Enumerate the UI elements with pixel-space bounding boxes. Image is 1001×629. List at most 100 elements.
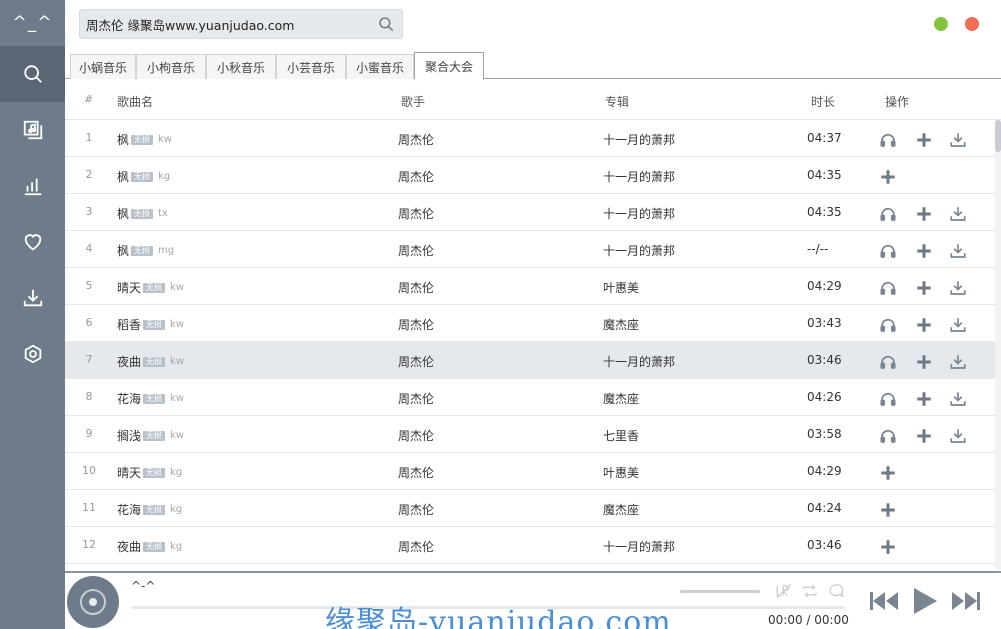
listen-button[interactable]	[879, 427, 897, 445]
album[interactable]: 十一月的萧邦	[603, 205, 675, 222]
listen-button[interactable]	[879, 242, 897, 260]
tab-juhe[interactable]: 聚合大会	[414, 52, 484, 80]
singer[interactable]: 周杰伦	[398, 353, 434, 370]
search-icon[interactable]	[377, 15, 395, 33]
singer[interactable]: 周杰伦	[398, 279, 434, 296]
listen-button[interactable]	[879, 353, 897, 371]
table-row[interactable]: 9 搁浅 无损 kw 周杰伦 七里香 03:58	[65, 416, 995, 453]
listen-button[interactable]	[879, 390, 897, 408]
add-button[interactable]	[879, 501, 897, 519]
download-button[interactable]	[949, 316, 967, 334]
album[interactable]: 十一月的萧邦	[603, 168, 675, 185]
singer[interactable]: 周杰伦	[398, 168, 434, 185]
table-row[interactable]: 1 枫无损 kw 周杰伦 十一月的萧邦 04:37	[65, 120, 995, 157]
table-row[interactable]: 7 夜曲 无损 kw 周杰伦 十一月的萧邦 03:46	[65, 342, 995, 379]
listen-button[interactable]	[879, 279, 897, 297]
sidebar-item-favorites[interactable]	[0, 214, 65, 270]
song-name-cell[interactable]: 枫无损 mg	[117, 242, 174, 259]
add-button[interactable]	[915, 316, 933, 334]
volume-slider[interactable]	[680, 590, 760, 593]
download-button[interactable]	[949, 205, 967, 223]
album[interactable]: 魔杰座	[603, 501, 639, 518]
table-row[interactable]: 11 花海 无损 kg 周杰伦 魔杰座 04:24	[65, 490, 995, 527]
window-maximize-button[interactable]	[934, 17, 948, 31]
song-name-cell[interactable]: 枫无损 kw	[117, 131, 172, 148]
sidebar-item-downloads[interactable]	[0, 270, 65, 326]
song-name-cell[interactable]: 花海 无损 kw	[117, 390, 184, 407]
table-row[interactable]: 6 稻香 无损 kw 周杰伦 魔杰座 03:43	[65, 305, 995, 342]
singer[interactable]: 周杰伦	[398, 316, 434, 333]
add-button[interactable]	[915, 242, 933, 260]
album[interactable]: 七里香	[603, 427, 639, 444]
sidebar-item-settings[interactable]	[0, 326, 65, 382]
download-button[interactable]	[949, 131, 967, 149]
song-name-cell[interactable]: 搁浅 无损 kw	[117, 427, 184, 444]
table-row[interactable]: 10 晴天 无损 kg 周杰伦 叶惠美 04:29	[65, 453, 995, 490]
singer[interactable]: 周杰伦	[398, 242, 434, 259]
tab-xiaoqiu[interactable]: 小秋音乐	[206, 54, 276, 79]
album[interactable]: 十一月的萧邦	[603, 353, 675, 370]
song-name-cell[interactable]: 夜曲 无损 kg	[117, 538, 182, 555]
sidebar-item-search[interactable]	[0, 46, 65, 102]
add-button[interactable]	[879, 538, 897, 556]
song-name-cell[interactable]: 枫无损 kg	[117, 168, 170, 185]
previous-button[interactable]	[869, 590, 899, 612]
tab-xiaoyun[interactable]: 小芸音乐	[276, 54, 346, 79]
song-name-cell[interactable]: 花海 无损 kg	[117, 501, 182, 518]
listen-button[interactable]	[879, 316, 897, 334]
add-button[interactable]	[915, 279, 933, 297]
tab-xiaogou[interactable]: 小枸音乐	[136, 54, 206, 79]
add-button[interactable]	[915, 205, 933, 223]
album[interactable]: 十一月的萧邦	[603, 242, 675, 259]
singer[interactable]: 周杰伦	[398, 464, 434, 481]
search-input[interactable]	[86, 14, 366, 34]
table-row[interactable]: 5 晴天 无损 kw 周杰伦 叶惠美 04:29	[65, 268, 995, 305]
play-button[interactable]	[912, 587, 938, 615]
song-name-cell[interactable]: 晴天 无损 kw	[117, 279, 184, 296]
loop-icon[interactable]	[801, 582, 819, 600]
download-button[interactable]	[949, 427, 967, 445]
add-button[interactable]	[915, 353, 933, 371]
song-name-cell[interactable]: 稻香 无损 kw	[117, 316, 184, 333]
listen-button[interactable]	[879, 131, 897, 149]
album[interactable]: 魔杰座	[603, 390, 639, 407]
add-button[interactable]	[915, 390, 933, 408]
table-row[interactable]: 8 花海 无损 kw 周杰伦 魔杰座 04:26	[65, 379, 995, 416]
listen-button[interactable]	[879, 205, 897, 223]
add-button[interactable]	[879, 168, 897, 186]
download-button[interactable]	[949, 353, 967, 371]
download-button[interactable]	[949, 242, 967, 260]
tab-xiaowo[interactable]: 小蜗音乐	[70, 54, 136, 79]
comment-icon[interactable]	[827, 582, 845, 600]
next-button[interactable]	[951, 590, 981, 612]
add-button[interactable]	[879, 464, 897, 482]
download-button[interactable]	[949, 390, 967, 408]
singer[interactable]: 周杰伦	[398, 131, 434, 148]
sidebar-item-library[interactable]	[0, 102, 65, 158]
song-name-cell[interactable]: 枫无损 tx	[117, 205, 168, 222]
singer[interactable]: 周杰伦	[398, 501, 434, 518]
lyrics-icon[interactable]	[775, 582, 793, 600]
singer[interactable]: 周杰伦	[398, 427, 434, 444]
song-name-cell[interactable]: 晴天 无损 kg	[117, 464, 182, 481]
singer[interactable]: 周杰伦	[398, 538, 434, 555]
album[interactable]: 十一月的萧邦	[603, 131, 675, 148]
table-row[interactable]: 12 夜曲 无损 kg 周杰伦 十一月的萧邦 03:46	[65, 527, 995, 564]
album[interactable]: 叶惠美	[603, 464, 639, 481]
add-button[interactable]	[915, 131, 933, 149]
table-row[interactable]: 3 枫无损 tx 周杰伦 十一月的萧邦 04:35	[65, 194, 995, 231]
album[interactable]: 叶惠美	[603, 279, 639, 296]
singer[interactable]: 周杰伦	[398, 205, 434, 222]
table-row[interactable]: 4 枫无损 mg 周杰伦 十一月的萧邦 --/--	[65, 231, 995, 268]
scrollbar[interactable]	[995, 120, 1001, 570]
album[interactable]: 魔杰座	[603, 316, 639, 333]
window-close-button[interactable]	[965, 17, 979, 31]
download-button[interactable]	[949, 279, 967, 297]
album[interactable]: 十一月的萧邦	[603, 538, 675, 555]
sidebar-item-charts[interactable]	[0, 158, 65, 214]
scrollbar-thumb[interactable]	[995, 120, 1001, 152]
table-row[interactable]: 2 枫无损 kg 周杰伦 十一月的萧邦 04:35	[65, 157, 995, 194]
tab-xiaomi[interactable]: 小蜜音乐	[346, 54, 414, 79]
add-button[interactable]	[915, 427, 933, 445]
singer[interactable]: 周杰伦	[398, 390, 434, 407]
